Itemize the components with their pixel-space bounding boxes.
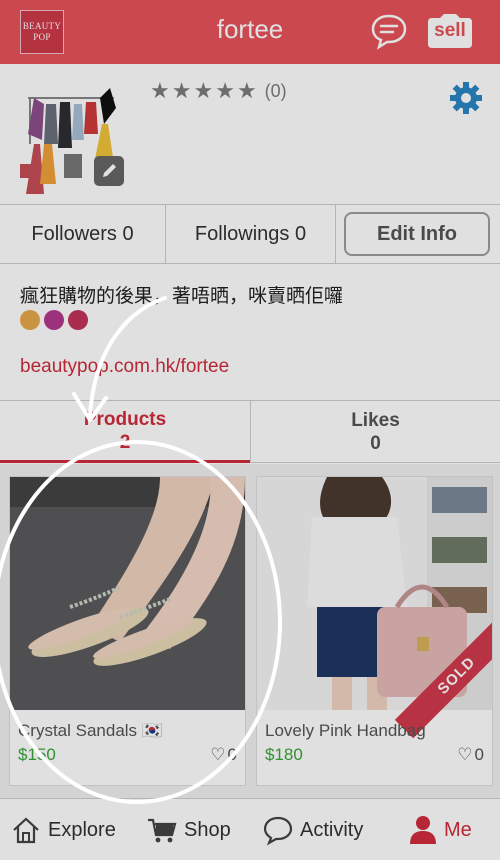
home-icon — [13, 817, 39, 844]
product-grid: Crystal Sandals 🇰🇷 $150 ♡ 0 SOLD Lovely … — [0, 464, 500, 798]
product-name: Lovely Pink Handbag — [265, 721, 426, 740]
product-price: $180 — [265, 745, 303, 764]
bio-text: 瘋狂購物的後果，著唔晒，咪賣晒佢囉 — [20, 286, 344, 307]
pencil-icon — [103, 164, 116, 177]
edit-photo-button[interactable] — [94, 156, 124, 186]
nav-activity[interactable]: Activity — [262, 799, 363, 861]
chat-icon — [263, 816, 293, 846]
product-card[interactable]: Crystal Sandals 🇰🇷 $150 ♡ 0 — [9, 476, 246, 786]
follow-stats-bar: Followers 0 Followings 0 Edit Info — [0, 204, 500, 264]
gear-icon[interactable] — [448, 80, 484, 116]
tab-products-label: Products — [83, 408, 167, 430]
nav-me[interactable]: Me — [408, 799, 472, 861]
product-likes[interactable]: ♡ 0 — [210, 745, 237, 765]
product-name: Crystal Sandals 🇰🇷 — [18, 721, 163, 740]
sell-label: sell — [434, 20, 466, 41]
star-icon: ★ — [215, 78, 235, 103]
tab-products-count: 2 — [119, 431, 131, 453]
edit-info-button[interactable]: Edit Info — [344, 212, 490, 256]
purse-emoji-icon — [44, 310, 64, 330]
sell-button[interactable]: sell — [426, 14, 474, 48]
followings-count[interactable]: Followings 0 — [166, 205, 336, 263]
product-like-count: 0 — [474, 745, 484, 764]
hat-emoji-icon — [20, 310, 40, 330]
profile-section: ★ ★ ★ ★ ★ (0) — [0, 64, 500, 204]
heart-icon: ♡ — [457, 745, 473, 764]
product-likes[interactable]: ♡ 0 — [457, 745, 484, 765]
product-image-sandals — [10, 477, 245, 710]
bio-section: 瘋狂購物的後果，著唔晒，咪賣晒佢囉 beautypop.com.hk/forte… — [0, 264, 500, 400]
star-icon: ★ — [236, 78, 257, 103]
nav-explore-label: Explore — [48, 818, 116, 841]
profile-tabs: Products 2 Likes 0 — [0, 400, 500, 464]
tab-products[interactable]: Products 2 — [0, 401, 250, 463]
bottom-navigation: Explore Shop Activity Me — [0, 798, 500, 860]
cart-icon — [148, 818, 177, 843]
heart-icon: ♡ — [210, 745, 226, 764]
profile-link[interactable]: beautypop.com.hk/fortee — [20, 356, 229, 378]
rating-count: (0) — [264, 80, 287, 101]
nav-shop[interactable]: Shop — [146, 799, 231, 861]
star-icon: ★ — [171, 78, 192, 103]
tab-likes[interactable]: Likes 0 — [250, 401, 500, 463]
messages-icon[interactable] — [370, 12, 408, 50]
followers-count[interactable]: Followers 0 — [0, 205, 166, 263]
nav-activity-label: Activity — [300, 818, 364, 841]
product-like-count: 0 — [227, 745, 237, 764]
bio-emoji-row — [20, 310, 88, 330]
star-icon: ★ — [150, 78, 170, 103]
rating-stars: ★ ★ ★ ★ ★ (0) — [150, 80, 287, 102]
tab-likes-count: 0 — [370, 432, 381, 454]
nav-shop-label: Shop — [184, 818, 231, 841]
tab-likes-label: Likes — [351, 409, 400, 431]
product-price: $150 — [18, 745, 56, 764]
app-screen: BEAUTY POP fortee sell ★ ★ ★ ★ ★ (0) Fol… — [0, 0, 500, 860]
product-card[interactable]: SOLD Lovely Pink Handbag $180 ♡ 0 — [256, 476, 493, 786]
top-bar: BEAUTY POP fortee sell — [0, 0, 500, 64]
nav-me-label: Me — [444, 818, 472, 841]
pouch-emoji-icon — [68, 310, 88, 330]
star-icon: ★ — [193, 78, 214, 103]
page-title: fortee — [216, 14, 284, 44]
nav-explore[interactable]: Explore — [10, 799, 116, 861]
person-icon — [410, 816, 436, 844]
